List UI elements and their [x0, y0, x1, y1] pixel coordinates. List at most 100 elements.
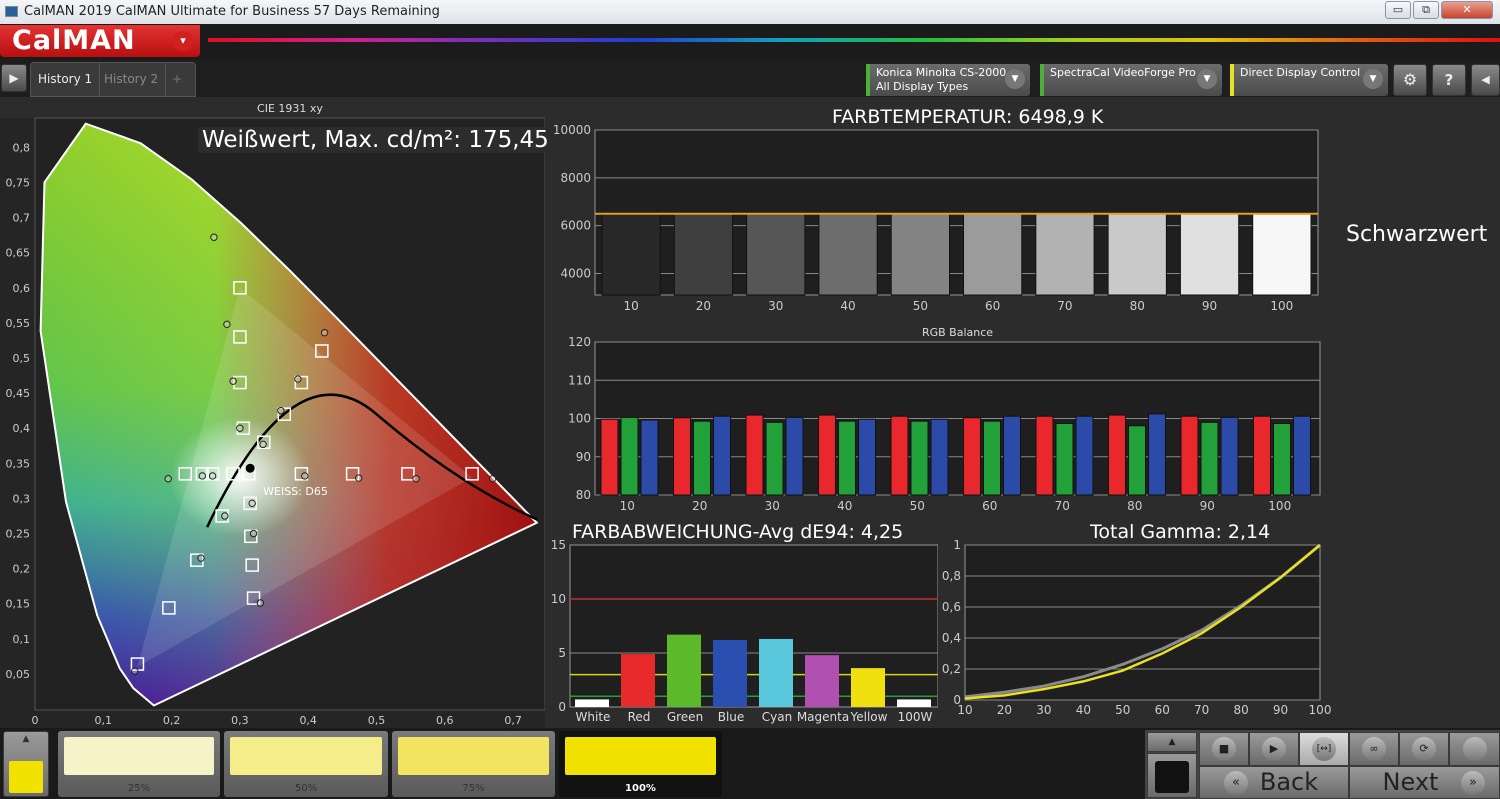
swatch-25[interactable]: 25% — [58, 731, 220, 797]
rgb-bar — [1253, 415, 1271, 496]
y-tick-label: 0,15 — [6, 598, 31, 611]
y-tick-label: 0,1 — [13, 633, 31, 646]
x-tick-label: 90 — [1202, 299, 1217, 313]
fit-button[interactable]: [↔] — [1299, 732, 1349, 766]
rgb-bar — [1055, 422, 1074, 496]
y-tick-label: 0,7 — [13, 212, 31, 225]
delta-e-bar — [805, 655, 839, 707]
generator-dropdown[interactable]: SpectraCal VideoForge Pro ▼ — [1040, 64, 1222, 96]
x-tick-label: 60 — [985, 299, 1000, 313]
measured-point — [294, 375, 302, 383]
x-tick-label: 100W — [898, 710, 933, 724]
y-tick-label: 0,5 — [13, 352, 31, 365]
x-tick-label: 90 — [1273, 703, 1288, 717]
swatch-100[interactable]: 100% — [559, 731, 722, 797]
x-tick-label: 0,7 — [504, 714, 522, 727]
play-button[interactable]: ▶ — [1249, 732, 1299, 766]
collapse-icon[interactable]: ◀ — [1471, 64, 1500, 96]
rgb-bar — [1148, 413, 1166, 496]
x-tick-label: 100 — [1270, 299, 1293, 313]
delta-e-bar — [667, 634, 701, 707]
temp-bar — [601, 213, 661, 296]
up-arrow-icon[interactable]: ▲ — [4, 734, 48, 744]
minimize-button[interactable]: ▭ — [1385, 1, 1411, 19]
gear-icon[interactable]: ⚙ — [1393, 64, 1427, 96]
stop-button[interactable]: ■ — [1199, 732, 1249, 766]
measured-point — [412, 475, 420, 483]
rgb-bar — [838, 420, 856, 496]
meter-dropdown[interactable]: Konica Minolta CS-2000 All Display Types ▼ — [866, 64, 1030, 96]
swatch-75[interactable]: 75% — [392, 731, 555, 797]
x-tick-label: 10 — [624, 299, 639, 313]
y-tick-label: 0,65 — [6, 247, 31, 260]
stop-icon: ■ — [1212, 737, 1236, 761]
restore-button[interactable]: ⧉ — [1413, 1, 1439, 19]
up-arrow-icon[interactable]: ▲ — [1147, 732, 1197, 752]
back-button[interactable]: « Back — [1199, 766, 1349, 799]
rgb-bar — [963, 417, 981, 496]
refresh-icon: ⟳ — [1412, 737, 1436, 761]
measured-point — [488, 475, 497, 483]
temp-bar — [1035, 213, 1095, 296]
y-tick-label: 120 — [568, 335, 591, 349]
blank-button[interactable] — [1449, 732, 1500, 766]
x-tick-label: 40 — [1076, 703, 1091, 717]
loop-button[interactable]: ∞ — [1349, 732, 1399, 766]
delta-e-bar — [759, 638, 793, 707]
rgb-bar — [640, 419, 659, 496]
x-tick-label: 60 — [1155, 703, 1170, 717]
swatch-selector[interactable]: ▲ — [3, 731, 49, 797]
measured-point — [248, 499, 256, 508]
rgb-bar — [693, 420, 711, 496]
display-preview-button[interactable] — [1147, 753, 1197, 798]
x-tick-label: 70 — [1194, 703, 1209, 717]
plot-area — [964, 544, 1321, 701]
delta-e-title: FARBABWEICHUNG-Avg dE94: 4,25 — [568, 521, 908, 543]
delta-e-chart: 0 5 10 15 White Red Green Blue Cyan Magenta Yellow… — [551, 538, 938, 724]
help-icon[interactable]: ? — [1432, 64, 1466, 96]
next-button[interactable]: Next » — [1349, 766, 1500, 799]
x-tick-label: 80 — [1130, 299, 1145, 313]
x-tick-label: 0,2 — [163, 714, 181, 727]
measured-point — [229, 377, 237, 385]
gamma-title: Total Gamma: 2,14 — [1086, 521, 1275, 543]
rgb-bar — [673, 417, 691, 496]
x-tick-label: Green — [667, 710, 703, 724]
close-button[interactable]: ✕ — [1441, 1, 1493, 19]
swatch-50[interactable]: 50% — [224, 731, 388, 797]
display-control-dropdown[interactable]: Direct Display Control ▼ — [1230, 64, 1388, 96]
x-tick-label: 0,1 — [95, 714, 113, 727]
delta-e-bar — [851, 668, 885, 707]
rgb-bar — [785, 416, 804, 496]
y-tick-label: 110 — [568, 373, 591, 387]
measured-point — [320, 329, 329, 337]
status-bar — [1040, 64, 1044, 96]
y-tick-label: 0,6 — [13, 282, 31, 295]
x-tick-label: 80 — [1127, 499, 1142, 513]
x-tick-label: 20 — [696, 299, 711, 313]
x-tick-label: 70 — [1055, 499, 1070, 513]
delta-e-bar — [897, 699, 931, 707]
y-tick-label: 8000 — [560, 171, 591, 185]
x-tick-label: 30 — [765, 499, 780, 513]
y-tick-label: 80 — [576, 488, 591, 502]
x-tick-label: 80 — [1233, 703, 1248, 717]
rgb-bar — [930, 418, 949, 496]
measured-point — [210, 233, 218, 241]
x-tick-label: 50 — [910, 499, 925, 513]
x-tick-label: 40 — [840, 299, 855, 313]
y-tick-label: 0,3 — [13, 492, 31, 505]
cie-diagram: 0,05 0,1 0,15 0,2 0,25 0,3 0,35 0,4 0,45 0,5 0,55 0… — [6, 117, 545, 727]
swatch-color — [398, 737, 549, 775]
delta-e-bar — [575, 699, 609, 707]
black-square-icon — [1155, 761, 1189, 793]
measured-point — [198, 472, 207, 480]
x-tick-label: 100 — [1309, 703, 1332, 717]
x-tick-label: 70 — [1057, 299, 1072, 313]
chevron-down-icon: ▼ — [1005, 69, 1025, 89]
colortemp-title: FARBTEMPERATUR: 6498,9 K — [828, 106, 1108, 128]
next-label: Next — [1382, 768, 1439, 796]
delta-e-bar — [713, 640, 747, 707]
refresh-button[interactable]: ⟳ — [1399, 732, 1449, 766]
white-point-label: WEISS: D65 — [263, 485, 328, 498]
